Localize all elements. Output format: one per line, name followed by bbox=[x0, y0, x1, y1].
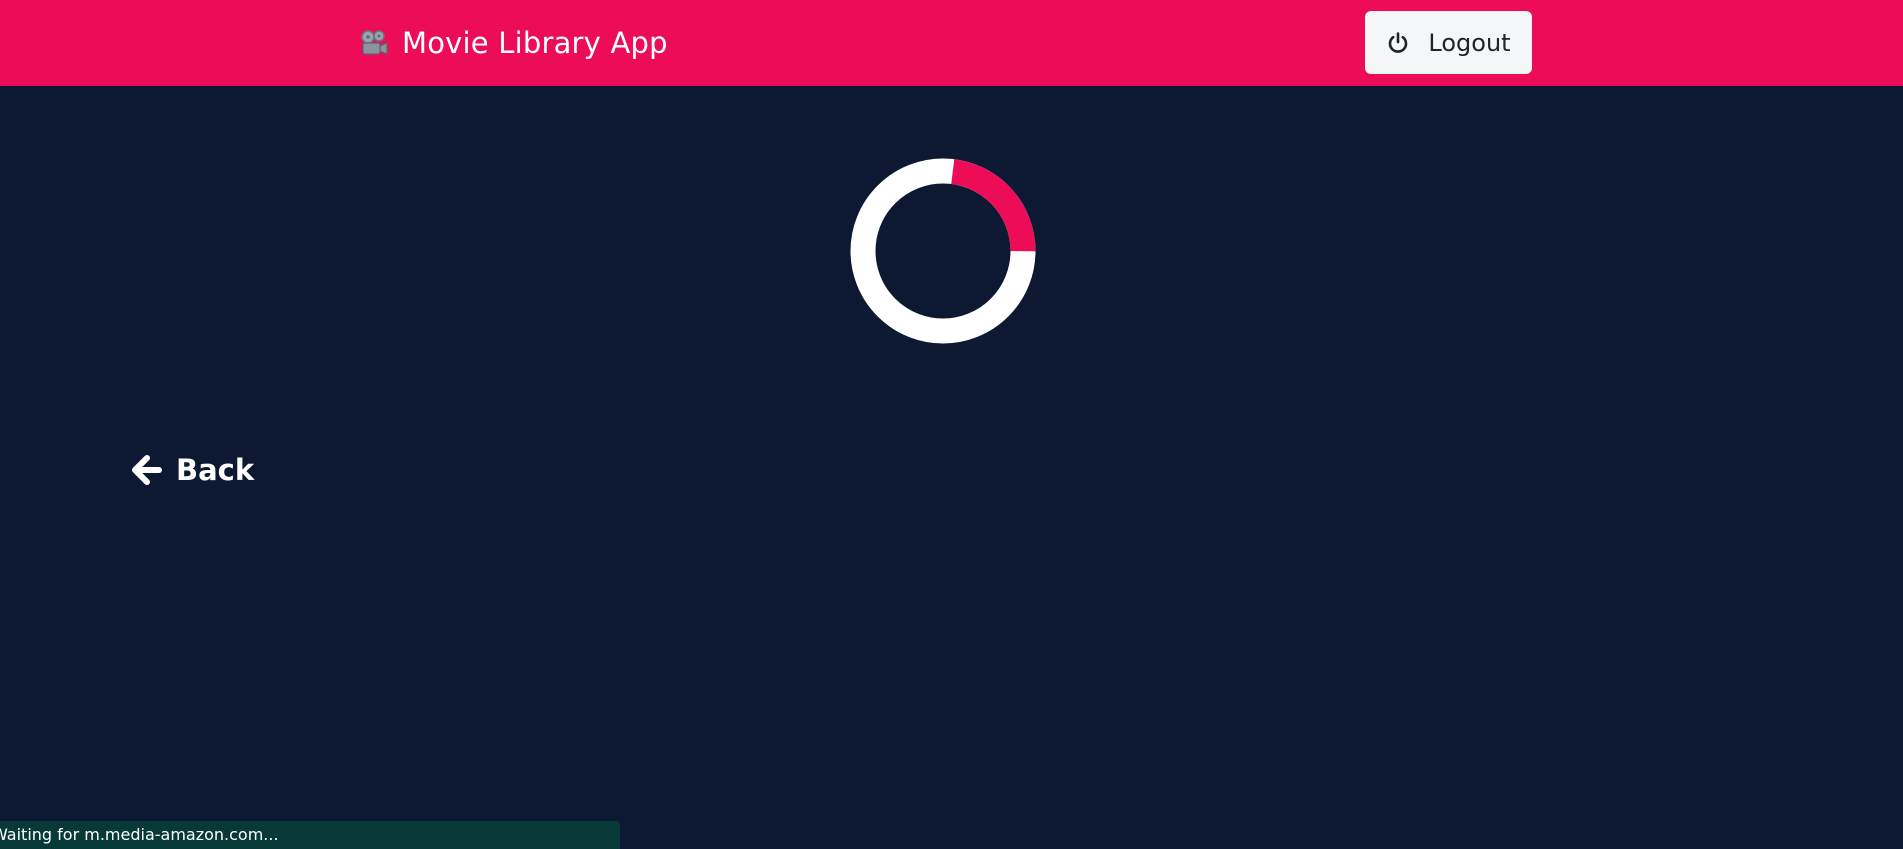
logout-label: Logout bbox=[1428, 28, 1511, 57]
browser-status-bar: Waiting for m.media-amazon.com... bbox=[0, 821, 620, 849]
brand-link[interactable]: Movie Library App bbox=[358, 22, 668, 64]
film-projector-icon bbox=[361, 30, 388, 55]
arrow-left-icon bbox=[132, 455, 162, 485]
app-title: Movie Library App bbox=[402, 26, 668, 60]
power-icon bbox=[1389, 31, 1408, 53]
logout-button[interactable]: Logout bbox=[1365, 11, 1532, 74]
loading-spinner bbox=[850, 158, 1036, 344]
navbar: Movie Library App Logout bbox=[0, 0, 1903, 86]
back-link[interactable]: Back bbox=[132, 448, 254, 492]
back-label: Back bbox=[176, 453, 255, 487]
